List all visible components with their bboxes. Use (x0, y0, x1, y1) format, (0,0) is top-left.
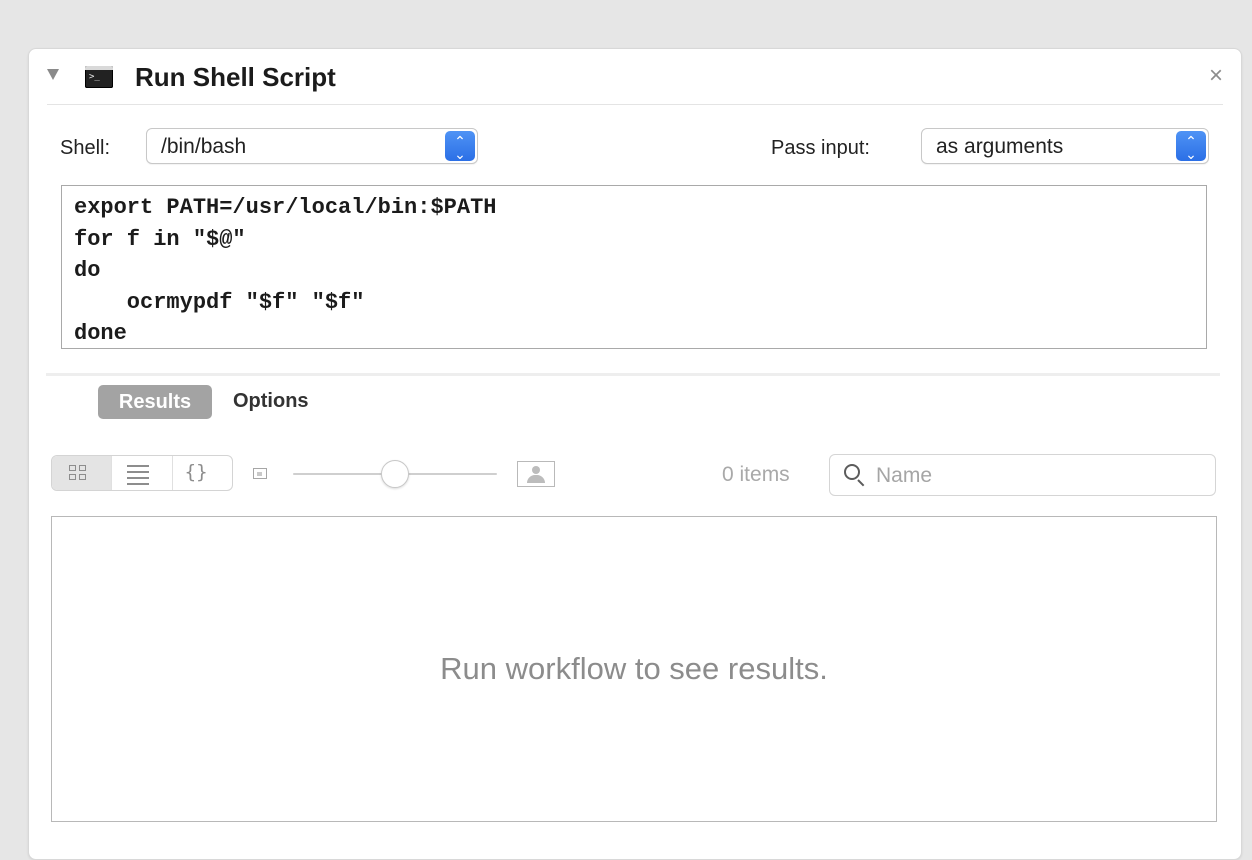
large-image-icon (517, 461, 555, 487)
pass-input-stepper-icon[interactable]: ⌃ ⌄ (1176, 131, 1206, 161)
small-image-icon (253, 468, 267, 479)
code-view-button[interactable]: {} (173, 456, 232, 490)
action-header: >_ Run Shell Script × (29, 49, 1241, 105)
zoom-slider-knob[interactable] (381, 460, 409, 488)
pass-input-popup[interactable]: as arguments ⌃ ⌄ (921, 128, 1209, 164)
script-editor[interactable]: export PATH=/usr/local/bin:$PATH for f i… (61, 185, 1207, 349)
section-divider (46, 373, 1220, 376)
shell-popup[interactable]: /bin/bash ⌃ ⌄ (146, 128, 478, 164)
shell-stepper-icon[interactable]: ⌃ ⌄ (445, 131, 475, 161)
pass-input-label: Pass input: (771, 137, 870, 159)
disclosure-triangle-icon[interactable] (47, 69, 59, 80)
close-icon[interactable]: × (1209, 62, 1223, 90)
items-count: 0 items (722, 463, 790, 486)
script-code[interactable]: export PATH=/usr/local/bin:$PATH for f i… (62, 186, 1206, 350)
shell-label: Shell: (60, 137, 111, 159)
tab-results[interactable]: Results (98, 385, 212, 419)
search-field[interactable] (829, 454, 1216, 496)
pass-input-value: as arguments (936, 135, 1064, 158)
view-mode-control[interactable]: {} (51, 455, 233, 491)
results-area: Run workflow to see results. (51, 516, 1217, 822)
tab-options[interactable]: Options (233, 390, 309, 413)
search-icon (844, 464, 860, 480)
header-divider (47, 104, 1223, 105)
shell-value: /bin/bash (161, 135, 247, 158)
list-view-button[interactable] (112, 456, 173, 490)
terminal-icon: >_ (85, 66, 113, 88)
results-empty-message: Run workflow to see results. (440, 651, 828, 686)
braces-icon: {} (184, 461, 208, 483)
action-title: Run Shell Script (135, 62, 336, 92)
search-input[interactable] (874, 461, 1198, 491)
icon-view-button[interactable] (52, 456, 113, 490)
